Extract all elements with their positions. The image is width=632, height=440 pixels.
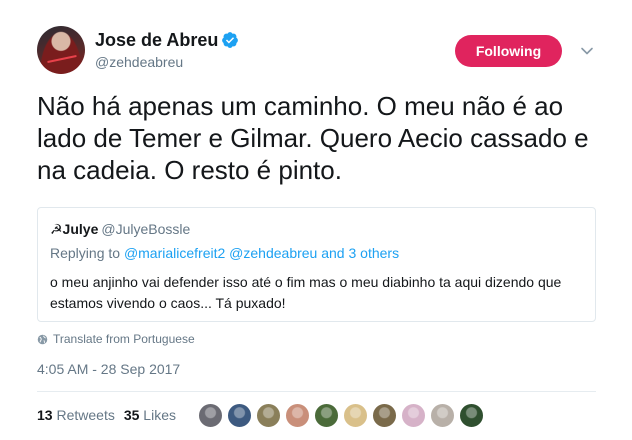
globe-icon — [37, 334, 48, 344]
liker-avatar[interactable] — [198, 403, 223, 428]
retweets-label: Retweets — [56, 407, 115, 423]
liker-avatar[interactable] — [285, 403, 310, 428]
quoted-replying-to: Replying to @marialicefreit2 @zehdeabreu… — [50, 245, 399, 261]
author-avatar[interactable] — [37, 26, 85, 74]
chevron-down-icon[interactable] — [580, 44, 594, 58]
divider — [37, 391, 596, 392]
retweets-count: 13 — [37, 407, 53, 423]
translate-link[interactable]: Translate from Portuguese — [37, 332, 195, 346]
liker-avatar[interactable] — [314, 403, 339, 428]
translate-label[interactable]: Translate from Portuguese — [53, 332, 195, 346]
replying-to-label: Replying to — [50, 245, 121, 261]
liker-avatar[interactable] — [343, 403, 368, 428]
following-button[interactable]: Following — [455, 35, 562, 67]
retweets-stat[interactable]: 13 Retweets — [37, 407, 115, 423]
tweet-stats: 13 Retweets 35 Likes — [37, 407, 176, 423]
quoted-author-handle[interactable]: @JulyeBossle — [101, 221, 190, 237]
liker-avatar[interactable] — [372, 403, 397, 428]
likes-label: Likes — [143, 407, 176, 423]
liker-avatar[interactable] — [227, 403, 252, 428]
tweet-timestamp[interactable]: 4:05 AM - 28 Sep 2017 — [37, 361, 180, 377]
liker-avatar[interactable] — [401, 403, 426, 428]
quoted-tweet-text: o meu anjinho vai defender isso até o fi… — [50, 274, 562, 311]
liker-avatar[interactable] — [256, 403, 281, 428]
author-handle[interactable]: @zehdeabreu — [95, 54, 183, 70]
likes-stat[interactable]: 35 Likes — [124, 407, 176, 423]
author-name[interactable]: Jose de Abreu — [95, 30, 218, 51]
liker-avatar[interactable] — [430, 403, 455, 428]
replying-to-users-link[interactable]: @marialicefreit2 @zehdeabreu and 3 other… — [124, 245, 399, 261]
quoted-author-name[interactable]: ☭Julye — [50, 221, 98, 237]
verified-badge-icon — [222, 32, 238, 48]
liker-avatar[interactable] — [459, 403, 484, 428]
quoted-tweet-header: ☭Julye @JulyeBossle — [50, 221, 190, 238]
quoted-tweet[interactable]: ☭Julye @JulyeBossle Replying to @marialic… — [37, 207, 596, 322]
tweet-text: Não há apenas um caminho. O meu não é ao… — [37, 91, 589, 185]
likes-count: 35 — [123, 407, 140, 423]
liked-by-avatars — [198, 403, 484, 428]
